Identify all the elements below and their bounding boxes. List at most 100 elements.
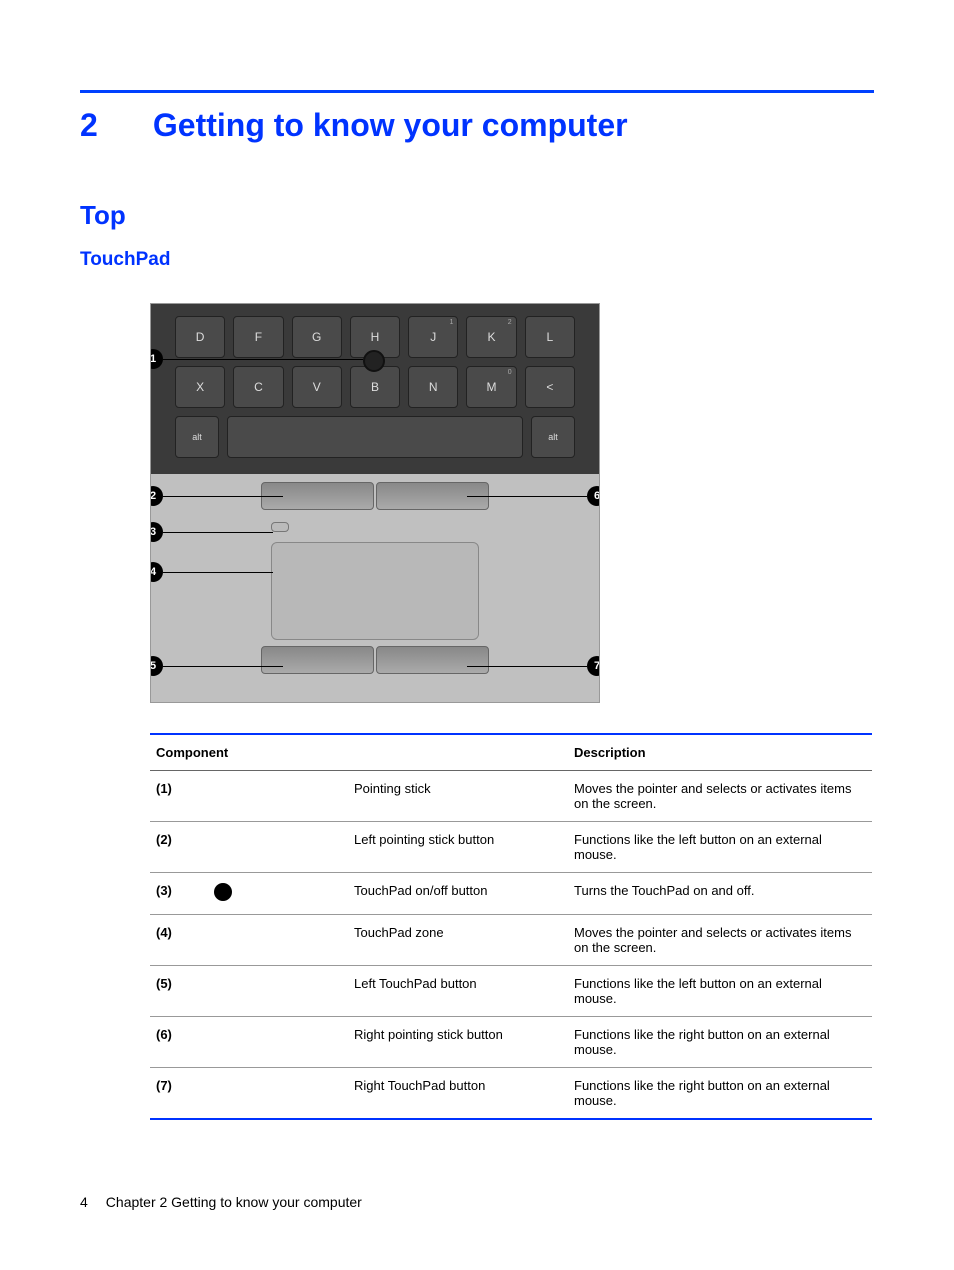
row-icon-cell — [208, 915, 348, 966]
key-k: K2 — [466, 316, 516, 358]
row-index: (2) — [150, 822, 208, 873]
component-name: TouchPad on/off button — [348, 873, 568, 915]
leader-line — [163, 496, 283, 497]
key-l: L — [525, 316, 575, 358]
key-label: B — [371, 380, 379, 394]
leader-line — [163, 666, 283, 667]
component-description: Functions like the left button on an ext… — [568, 966, 872, 1017]
component-name: TouchPad zone — [348, 915, 568, 966]
chapter-number: 2 — [80, 107, 144, 144]
pointing-stick-icon — [363, 350, 385, 372]
key-label: J — [430, 330, 436, 344]
key-m: M0 — [466, 366, 516, 408]
callout-5: 5 — [150, 656, 163, 676]
callout-1: 1 — [150, 349, 163, 369]
row-icon-cell — [208, 966, 348, 1017]
key-label: X — [196, 380, 204, 394]
key-label: V — [313, 380, 321, 394]
touchpad-zone — [271, 542, 479, 640]
key-f: F — [233, 316, 283, 358]
key-label: H — [371, 330, 380, 344]
component-description: Moves the pointer and selects or activat… — [568, 771, 872, 822]
table-row: (2)Left pointing stick buttonFunctions l… — [150, 822, 872, 873]
key-j: J1 — [408, 316, 458, 358]
row-index: (6) — [150, 1017, 208, 1068]
row-index: (7) — [150, 1068, 208, 1120]
key-v: V — [292, 366, 342, 408]
row-icon-cell — [208, 1017, 348, 1068]
component-table: Component Description (1)Pointing stickM… — [150, 733, 872, 1120]
key-label: L — [546, 330, 553, 344]
key-label: F — [255, 330, 262, 344]
component-name: Left pointing stick button — [348, 822, 568, 873]
key-label: alt — [192, 432, 202, 442]
row-icon-cell — [208, 1068, 348, 1120]
leader-line — [467, 666, 587, 667]
key-n: N — [408, 366, 458, 408]
key-d: D — [175, 316, 225, 358]
key-label: < — [546, 380, 553, 394]
key-label: M — [487, 380, 497, 394]
key-g: G — [292, 316, 342, 358]
component-description: Moves the pointer and selects or activat… — [568, 915, 872, 966]
table-row: (6) Right pointing stick buttonFunctions … — [150, 1017, 872, 1068]
key-label: alt — [548, 432, 558, 442]
callout-3: 3 — [150, 522, 163, 542]
key-spacebar — [227, 416, 523, 458]
key-c: C — [233, 366, 283, 408]
keyboard-row-2: X C V B N M0 < — [175, 366, 575, 408]
component-description: Functions like the right button on an ex… — [568, 1017, 872, 1068]
footer-chapter-label: Chapter 2 Getting to know your computer — [106, 1194, 362, 1210]
row-index: (3) — [150, 873, 208, 915]
chapter-title-text: Getting to know your computer — [153, 107, 628, 143]
key-label: N — [429, 380, 438, 394]
page-footer: 4 Chapter 2 Getting to know your compute… — [80, 1194, 874, 1210]
callout-2: 2 — [150, 486, 163, 506]
touchpad-onoff-icon — [271, 522, 289, 532]
table-row: (1) Pointing stickMoves the pointer and s… — [150, 771, 872, 822]
right-touchpad-button — [376, 646, 489, 674]
header-description: Description — [568, 734, 872, 771]
leader-line — [163, 572, 273, 573]
key-x: X — [175, 366, 225, 408]
component-description: Functions like the right button on an ex… — [568, 1068, 872, 1120]
chapter-title: 2 Getting to know your computer — [80, 107, 874, 144]
key-label: K — [488, 330, 496, 344]
key-label: D — [196, 330, 205, 344]
key-label: G — [312, 330, 321, 344]
section-top: Top — [80, 200, 874, 231]
touchpad-toggle-icon — [214, 883, 232, 901]
left-touchpad-button — [261, 646, 374, 674]
key-label: C — [254, 380, 263, 394]
table-header-row: Component Description — [150, 734, 872, 771]
keyboard-row-3: alt alt — [175, 416, 575, 460]
table-row: (3) TouchPad on/off buttonTurns the Touch… — [150, 873, 872, 915]
component-name: Right pointing stick button — [348, 1017, 568, 1068]
row-icon-cell — [208, 822, 348, 873]
callout-4: 4 — [150, 562, 163, 582]
key-alt-right: alt — [531, 416, 575, 458]
page-number: 4 — [80, 1194, 88, 1210]
leader-line — [163, 532, 273, 533]
row-icon-cell — [208, 873, 348, 915]
callout-7: 7 — [587, 656, 600, 676]
touchpad-figure: D F G H J1 K2 L X C V B N M0 < alt alt — [150, 303, 600, 703]
pointing-stick-buttons — [261, 482, 489, 510]
touchpad-buttons — [261, 646, 489, 674]
row-index: (5) — [150, 966, 208, 1017]
table-row: (4) TouchPad zoneMoves the pointer and se… — [150, 915, 872, 966]
header-component: Component — [150, 734, 568, 771]
subsection-touchpad: TouchPad — [80, 249, 874, 271]
key-b: B — [350, 366, 400, 408]
callout-6: 6 — [587, 486, 600, 506]
row-index: (1) — [150, 771, 208, 822]
component-name: Left TouchPad button — [348, 966, 568, 1017]
component-name: Pointing stick — [348, 771, 568, 822]
row-index: (4) — [150, 915, 208, 966]
component-description: Turns the TouchPad on and off. — [568, 873, 872, 915]
figure-wrap: D F G H J1 K2 L X C V B N M0 < alt alt — [150, 303, 874, 703]
table-row: (7) Right TouchPad buttonFunctions like t… — [150, 1068, 872, 1120]
top-rule — [80, 90, 874, 93]
component-name: Right TouchPad button — [348, 1068, 568, 1120]
leader-line — [163, 359, 363, 360]
